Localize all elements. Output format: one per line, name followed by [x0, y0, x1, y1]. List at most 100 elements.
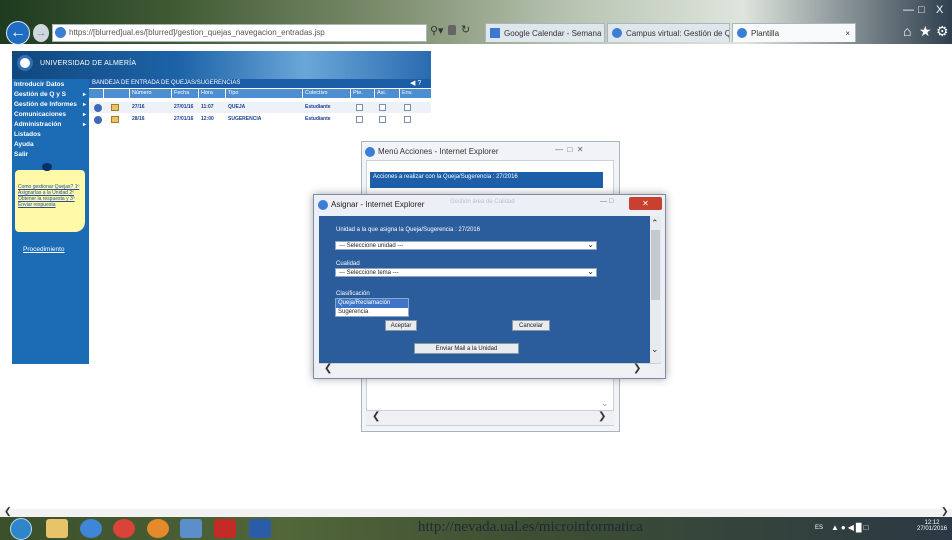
- scroll-left-icon[interactable]: ❮: [372, 411, 380, 422]
- scroll-right-icon[interactable]: ❯: [941, 506, 949, 517]
- classification-listbox[interactable]: Queja/Reclamación Sugerencia: [335, 298, 409, 317]
- scroll-left-icon[interactable]: ❮: [4, 506, 12, 517]
- column-header-blank: [104, 89, 129, 98]
- asi-checkbox[interactable]: [379, 116, 386, 123]
- env-checkbox[interactable]: [404, 104, 411, 111]
- tab-plantilla[interactable]: Plantilla ×: [732, 23, 856, 42]
- unit-label: Unidad a la que asigna la Queja/Sugerenc…: [336, 227, 481, 233]
- university-logo: [17, 55, 33, 71]
- option-queja[interactable]: Queja/Reclamación: [336, 299, 408, 308]
- scroll-thumb[interactable]: [651, 230, 660, 300]
- env-checkbox[interactable]: [404, 116, 411, 123]
- pte-checkbox[interactable]: [356, 116, 363, 123]
- sidebar-item-label: Administración: [14, 121, 62, 128]
- sidebar-item-gestion-informes[interactable]: Gestión de Informes ▸: [14, 101, 88, 111]
- option-sugerencia[interactable]: Sugerencia: [336, 308, 408, 317]
- theme-select[interactable]: --- Seleccione tema --- ⌄: [335, 268, 597, 277]
- close-icon[interactable]: X: [936, 4, 943, 16]
- folder-icon[interactable]: [111, 104, 119, 111]
- file-explorer-icon[interactable]: [46, 519, 68, 538]
- star-icon[interactable]: ★: [919, 23, 932, 40]
- minimize-icon[interactable]: —: [903, 4, 914, 16]
- cell-colectivo: Estudiante: [305, 104, 331, 110]
- search-icon[interactable]: ⚲▾: [430, 24, 444, 37]
- chevron-down-icon: ⌄: [587, 267, 594, 276]
- close-icon: ✕: [642, 199, 649, 208]
- system-tray-icons[interactable]: ▲●◀█□: [831, 523, 870, 532]
- scroll-left-icon[interactable]: ❮: [324, 363, 332, 374]
- windows-start-icon[interactable]: [10, 518, 32, 540]
- column-header-colectivo: Colectivo: [303, 89, 350, 98]
- unit-select[interactable]: --- Seleccione unidad --- ⌄: [335, 241, 597, 250]
- tab-campus-virtual[interactable]: Campus virtual: Gestión de Qu...: [607, 23, 730, 42]
- scroll-right-icon[interactable]: ❯: [633, 363, 641, 374]
- sidebar-item-salir[interactable]: Salir: [14, 151, 88, 161]
- home-icon[interactable]: ⌂: [903, 23, 911, 39]
- scroll-down-icon[interactable]: ⌄: [601, 398, 609, 409]
- help-note-link[interactable]: Como gestionar Quejas? 1º Asignarlas a l…: [18, 184, 84, 208]
- maximize-icon[interactable]: □: [918, 4, 925, 16]
- close-button[interactable]: ✕: [629, 197, 662, 210]
- lock-icon[interactable]: [448, 25, 456, 35]
- horizontal-scrollbar[interactable]: [366, 410, 614, 425]
- cell-numero: 28/16: [132, 116, 145, 122]
- minimize-icon[interactable]: —: [600, 198, 607, 205]
- firefox-icon[interactable]: [147, 519, 169, 538]
- internet-explorer-icon[interactable]: [80, 519, 102, 538]
- refresh-icon[interactable]: ↻: [461, 23, 470, 36]
- sidebar-item-label: Gestión de Informes: [14, 101, 77, 108]
- asignar-form: [319, 216, 650, 363]
- view-icon[interactable]: [94, 116, 102, 124]
- minimize-icon[interactable]: —: [555, 145, 563, 154]
- send-mail-button[interactable]: Enviar Mail a la Unidad: [414, 343, 519, 354]
- procedure-link[interactable]: Procedimiento: [23, 246, 65, 253]
- close-tab-icon[interactable]: ×: [845, 24, 850, 42]
- gear-icon[interactable]: ⚙: [936, 23, 949, 40]
- sidebar-item-administracion[interactable]: Administración ▸: [14, 121, 88, 131]
- sidebar-item-label: Salir: [14, 151, 29, 158]
- scroll-down-icon[interactable]: ⌄: [651, 344, 659, 355]
- accept-button[interactable]: Aceptar: [385, 320, 417, 331]
- maximize-icon[interactable]: □: [609, 198, 613, 205]
- tray-toolbar: ◀ ?: [410, 79, 430, 88]
- cell-fecha: 27/01/16: [174, 104, 194, 110]
- close-icon[interactable]: ✕: [577, 145, 584, 154]
- ie-icon: [365, 147, 375, 157]
- app-icon[interactable]: [180, 519, 202, 538]
- sidebar-item-gestion-qys[interactable]: Gestión de Q y S ▸: [14, 91, 88, 101]
- cancel-button[interactable]: Cancelar: [512, 320, 550, 331]
- blurred-title-text: Gestión área de Calidad: [450, 199, 515, 205]
- cell-numero: 27/16: [132, 104, 145, 110]
- sidebar-item-ayuda[interactable]: Ayuda: [14, 141, 88, 151]
- word-icon[interactable]: [249, 519, 271, 538]
- tab-label: Campus virtual: Gestión de Qu...: [626, 29, 729, 38]
- tab-label: Google Calendar - Semana del...: [504, 29, 604, 38]
- back-arrow-icon[interactable]: ←: [6, 21, 30, 45]
- menu-acciones-header: Acciones a realizar con la Queja/Sugeren…: [370, 172, 603, 188]
- sidebar-item-listados[interactable]: Listados: [14, 131, 88, 141]
- tab-google-calendar[interactable]: Google Calendar - Semana del...: [485, 23, 605, 42]
- view-icon[interactable]: [94, 104, 102, 112]
- asi-checkbox[interactable]: [379, 104, 386, 111]
- scroll-right-icon[interactable]: ❯: [598, 411, 606, 422]
- quality-label: Cualidad: [336, 261, 360, 267]
- language-indicator[interactable]: ES: [815, 525, 823, 531]
- sidebar-item-comunicaciones[interactable]: Comunicaciones ▸: [14, 111, 88, 121]
- asignar-title: Asignar - Internet Explorer: [331, 200, 425, 209]
- forward-arrow-icon[interactable]: →: [33, 24, 49, 42]
- page-horizontal-scrollbar[interactable]: [0, 509, 952, 517]
- maximize-icon[interactable]: □: [567, 145, 572, 154]
- acrobat-icon[interactable]: [214, 519, 236, 538]
- university-name: UNIVERSIDAD DE ALMERÍA: [40, 60, 137, 67]
- chrome-icon[interactable]: [113, 519, 135, 538]
- sidebar-item-introducir-datos[interactable]: Introducir Datos: [14, 81, 88, 91]
- pte-checkbox[interactable]: [356, 104, 363, 111]
- scroll-up-icon[interactable]: ⌃: [651, 218, 659, 229]
- folder-icon[interactable]: [111, 116, 119, 123]
- address-bar[interactable]: https://[blurred]ual.es/[blurred]/gestio…: [52, 24, 427, 42]
- horizontal-scrollbar[interactable]: [319, 363, 661, 376]
- arrow-left-icon[interactable]: ◀: [410, 80, 415, 87]
- clock[interactable]: 12:12 27/01/2016: [917, 520, 947, 532]
- help-icon[interactable]: ?: [417, 80, 421, 87]
- ie-icon: [318, 200, 328, 210]
